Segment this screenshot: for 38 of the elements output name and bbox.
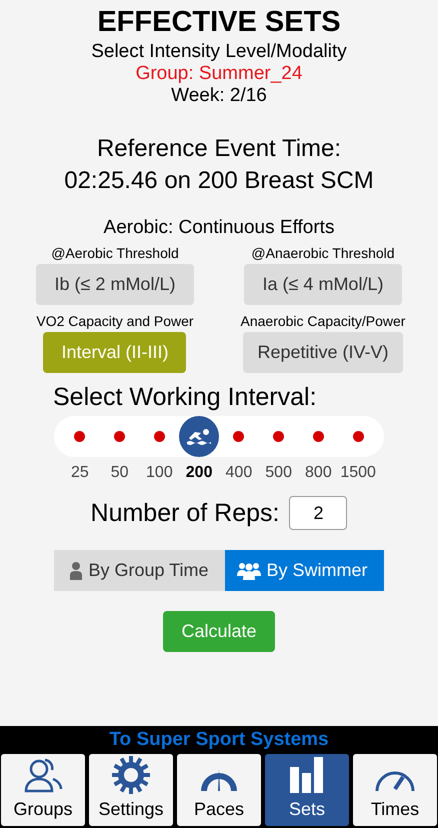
- intensity-caption: @Aerobic Threshold: [51, 245, 179, 261]
- nav-tab[interactable]: Settings: [89, 754, 173, 826]
- intensity-button[interactable]: Ib (≤ 2 mMol/L): [36, 264, 194, 305]
- nav-tab[interactable]: Paces: [177, 754, 261, 826]
- group-name: Group: Summer_24: [136, 63, 302, 85]
- gear-icon: [111, 755, 151, 795]
- reps-input[interactable]: 2: [289, 496, 348, 530]
- intensity-button[interactable]: Repetitive (IV-V): [243, 332, 403, 373]
- interval-label: 400: [224, 464, 254, 482]
- reference-label: Reference Event Time:: [96, 134, 342, 164]
- interval-label: 800: [304, 464, 333, 482]
- intensity-caption: Anaerobic Capacity/Power: [240, 313, 406, 329]
- interval-label: 1500: [339, 464, 377, 482]
- interval-heading: Select Working Interval:: [53, 383, 317, 412]
- intensity-button[interactable]: Ia (≤ 4 mMol/L): [244, 264, 402, 305]
- interval-label: 50: [110, 464, 130, 482]
- intensity-caption: VO2 Capacity and Power: [36, 313, 194, 329]
- mode-toggle[interactable]: By Swimmer: [224, 550, 384, 591]
- footer-link[interactable]: To Super Sport Systems: [109, 726, 329, 754]
- swimmer-handle[interactable]: [179, 416, 219, 457]
- people-icon: [236, 562, 261, 580]
- interval-label: 500: [264, 464, 293, 482]
- page-title: EFFECTIVE SETS: [97, 6, 341, 39]
- interval-slider[interactable]: [54, 416, 384, 457]
- person-icon: [70, 562, 82, 580]
- mode-toggle[interactable]: By Group Time: [54, 550, 225, 591]
- reference-time: 02:25.46 on 200 Breast SCM: [64, 166, 374, 196]
- nav-tab[interactable]: Groups: [1, 754, 85, 826]
- interval-label: 100: [145, 464, 174, 482]
- nav-tab[interactable]: Sets: [265, 754, 349, 826]
- interval-label: 200: [184, 464, 214, 482]
- interval-label: 25: [70, 464, 90, 482]
- section-heading: Aerobic: Continuous Efforts: [104, 217, 334, 239]
- intensity-caption: @Anaerobic Threshold: [251, 245, 395, 261]
- week-label: Week: 2/16: [171, 85, 267, 107]
- reps-label: Number of Reps:: [90, 498, 280, 528]
- subtitle: Select Intensity Level/Modality: [91, 41, 347, 63]
- nav-tab[interactable]: Times: [353, 754, 437, 826]
